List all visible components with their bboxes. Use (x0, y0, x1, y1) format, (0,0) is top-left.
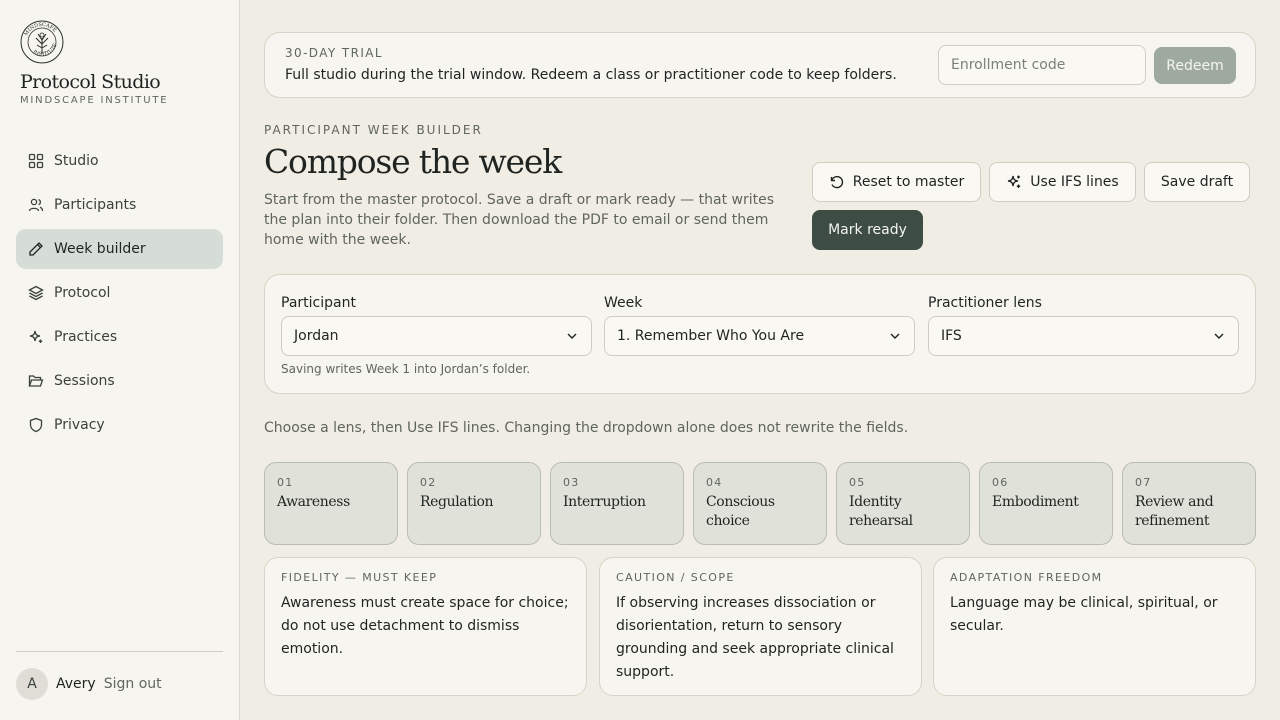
participant-value: Jordan (294, 328, 339, 344)
lens-select[interactable]: IFS (928, 316, 1239, 356)
step-tab-awareness[interactable]: 01 Awareness (264, 462, 398, 545)
step-name: Review and refinement (1135, 494, 1214, 529)
step-tab-conscious-choice[interactable]: 04 Conscious choice (693, 462, 827, 545)
card-eyebrow: ADAPTATION FREEDOM (950, 571, 1103, 584)
sign-out-link[interactable]: Sign out (104, 676, 162, 692)
page-title: Compose the week (264, 142, 562, 181)
page-eyebrow: PARTICIPANT WEEK BUILDER (264, 123, 483, 137)
sidebar-item-label: Protocol (54, 285, 111, 301)
fidelity-card: FIDELITY — MUST KEEP Awareness must crea… (264, 557, 587, 696)
layers-icon (28, 285, 44, 301)
enrollment-code-input[interactable] (938, 45, 1146, 85)
adaptation-card: ADAPTATION FREEDOM Language may be clini… (933, 557, 1256, 696)
week-value: 1. Remember Who You Are (617, 328, 805, 344)
trial-eyebrow: 30-DAY TRIAL (285, 46, 383, 60)
save-draft-button[interactable]: Save draft (1144, 162, 1250, 202)
participant-field: Participant Jordan (281, 295, 592, 356)
mark-ready-button[interactable]: Mark ready (812, 210, 923, 250)
reset-to-master-button[interactable]: Reset to master (812, 162, 981, 202)
lens-field: Practitioner lens IFS (928, 295, 1239, 356)
card-text: Awareness must create space for choice; … (281, 595, 569, 657)
step-number: 04 (706, 476, 723, 489)
step-number: 07 (1135, 476, 1152, 489)
sidebar-item-sessions[interactable]: Sessions (16, 361, 223, 401)
sidebar-item-label: Week builder (54, 241, 146, 257)
save-note: Saving writes Week 1 into Jordan’s folde… (281, 362, 531, 376)
user-row: A Avery Sign out (16, 668, 162, 700)
step-name: Identity rehearsal (849, 494, 913, 529)
sidebar-item-participants[interactable]: Participants (16, 185, 223, 225)
step-name: Interruption (563, 494, 646, 510)
step-tab-review-and-refinement[interactable]: 07 Review and refinement (1122, 462, 1256, 545)
folder-open-icon (28, 375, 44, 387)
sidebar-divider (16, 651, 223, 652)
page-description: Start from the master protocol. Save a d… (264, 192, 775, 248)
mindscape-seal-logo: MINDSCAPE INSTITUTE (20, 20, 64, 64)
sparkles-icon (29, 330, 43, 343)
week-field: Week 1. Remember Who You Are (604, 295, 915, 356)
sidebar-item-label: Practices (54, 329, 118, 345)
sidebar-item-label: Privacy (54, 417, 105, 433)
chevron-down-icon (567, 333, 577, 339)
step-name: Conscious choice (706, 494, 775, 529)
lens-hint: Choose a lens, then Use IFS lines. Chang… (264, 420, 909, 436)
reset-label: Reset to master (852, 174, 965, 190)
step-number: 06 (992, 476, 1009, 489)
selector-card: Participant Jordan Week 1. Remember Who … (264, 274, 1256, 394)
week-label: Week (604, 295, 643, 311)
step-tab-embodiment[interactable]: 06 Embodiment (979, 462, 1113, 545)
svg-text:INSTITUTE: INSTITUTE (32, 43, 59, 58)
card-text: Language may be clinical, spiritual, or … (950, 595, 1218, 634)
trial-description: Full studio during the trial window. Red… (285, 67, 897, 83)
participant-label: Participant (281, 295, 356, 311)
card-eyebrow: FIDELITY — MUST KEEP (281, 571, 438, 584)
chevron-down-icon (890, 333, 900, 339)
rotate-ccw-icon (830, 175, 843, 189)
ifs-label: Use IFS lines (1030, 174, 1119, 190)
sidebar-item-protocol[interactable]: Protocol (16, 273, 223, 313)
step-tab-identity-rehearsal[interactable]: 05 Identity rehearsal (836, 462, 970, 545)
avatar[interactable]: A (16, 668, 48, 700)
participant-select[interactable]: Jordan (281, 316, 592, 356)
sidebar-item-week-builder[interactable]: Week builder (16, 229, 223, 269)
step-tab-interruption[interactable]: 03 Interruption (550, 462, 684, 545)
use-ifs-lines-button[interactable]: Use IFS lines (989, 162, 1136, 202)
sidebar-nav: Studio Participants Week builder Protoco… (16, 141, 223, 449)
sparkles-icon (1008, 175, 1021, 188)
shield-icon (29, 417, 43, 433)
sidebar-item-practices[interactable]: Practices (16, 317, 223, 357)
lens-value: IFS (941, 328, 962, 344)
sidebar-item-studio[interactable]: Studio (16, 141, 223, 181)
pencil-icon (29, 242, 43, 256)
trial-banner: 30-DAY TRIAL Full studio during the tria… (264, 32, 1256, 98)
caution-card: CAUTION / SCOPE If observing increases d… (599, 557, 922, 696)
step-tabs: 01 Awareness 02 Regulation 03 Interrupti… (264, 462, 1256, 545)
sidebar-item-privacy[interactable]: Privacy (16, 405, 223, 445)
lens-label: Practitioner lens (928, 295, 1042, 311)
sidebar-item-label: Participants (54, 197, 137, 213)
users-icon (28, 198, 44, 212)
grid-icon (28, 153, 44, 169)
step-name: Regulation (420, 494, 494, 510)
sidebar: MINDSCAPE INSTITUTE Protocol Studio MIND… (0, 0, 240, 720)
step-number: 02 (420, 476, 437, 489)
card-eyebrow: CAUTION / SCOPE (616, 571, 735, 584)
brand-subtitle: MINDSCAPE INSTITUTE (20, 95, 169, 106)
redeem-button[interactable]: Redeem (1154, 47, 1236, 84)
sidebar-item-label: Studio (54, 153, 99, 169)
step-number: 01 (277, 476, 294, 489)
week-select[interactable]: 1. Remember Who You Are (604, 316, 915, 356)
sidebar-item-label: Sessions (54, 373, 115, 389)
step-number: 03 (563, 476, 580, 489)
brand-title: Protocol Studio (20, 71, 161, 93)
card-text: If observing increases dissociation or d… (616, 595, 894, 680)
step-tab-regulation[interactable]: 02 Regulation (407, 462, 541, 545)
step-name: Embodiment (992, 494, 1079, 510)
step-number: 05 (849, 476, 866, 489)
chevron-down-icon (1214, 333, 1224, 339)
user-name: Avery (56, 676, 96, 692)
step-name: Awareness (277, 494, 350, 510)
